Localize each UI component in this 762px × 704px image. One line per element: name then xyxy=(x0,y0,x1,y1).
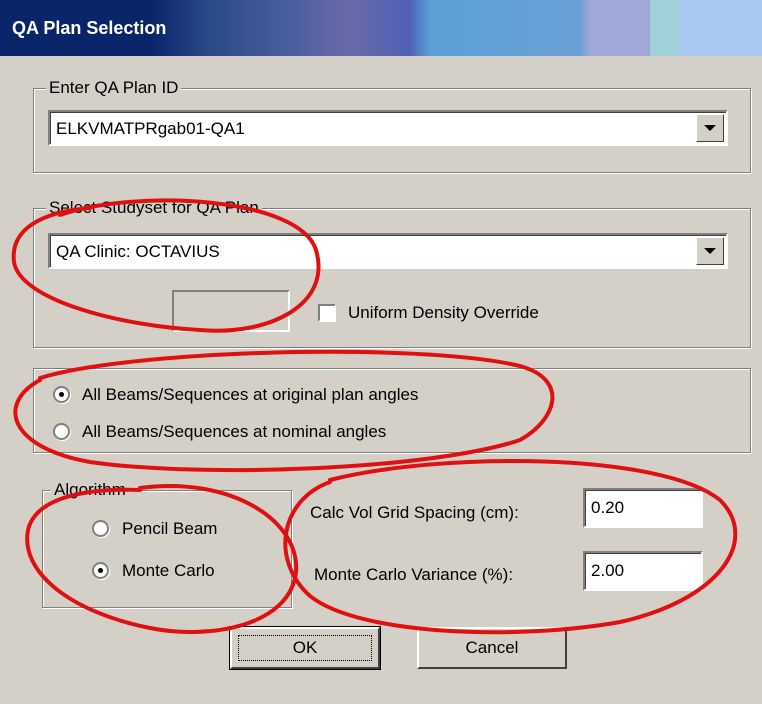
nominal-angles-radio[interactable] xyxy=(53,423,70,440)
monte-carlo-radio[interactable] xyxy=(92,562,109,579)
algorithm-group: Algorithm xyxy=(42,480,292,608)
window-title: QA Plan Selection xyxy=(12,18,167,38)
variance-value: 2.00 xyxy=(591,561,625,580)
plan-id-value: ELKVMATPRgab01-QA1 xyxy=(56,119,245,138)
monte-carlo-label: Monte Carlo xyxy=(122,561,215,580)
grid-spacing-input[interactable]: 0.20 xyxy=(583,488,703,528)
variance-input[interactable]: 2.00 xyxy=(583,551,703,591)
chevron-down-icon xyxy=(704,248,716,254)
uniform-density-label: Uniform Density Override xyxy=(348,303,539,322)
cancel-label: Cancel xyxy=(465,638,519,657)
studyset-dropdown[interactable]: QA Clinic: OCTAVIUS xyxy=(48,233,728,269)
uniform-density-checkbox[interactable] xyxy=(318,304,336,322)
title-bar: QA Plan Selection xyxy=(0,0,762,56)
studyset-dropdown-button[interactable] xyxy=(696,237,724,265)
nominal-angles-label: All Beams/Sequences at nominal angles xyxy=(82,422,387,441)
pencil-beam-radio[interactable] xyxy=(92,520,109,537)
studyset-group: Select Studyset for QA Plan xyxy=(33,198,751,348)
focus-rect xyxy=(238,635,372,661)
variance-label: Monte Carlo Variance (%): xyxy=(314,565,514,584)
original-angles-label: All Beams/Sequences at original plan ang… xyxy=(82,385,419,404)
ok-button[interactable]: OK xyxy=(229,626,381,670)
studyset-value: QA Clinic: OCTAVIUS xyxy=(56,242,220,261)
grid-spacing-label: Calc Vol Grid Spacing (cm): xyxy=(310,503,519,522)
original-angles-radio[interactable] xyxy=(53,386,70,403)
annotation-circle-calc xyxy=(283,459,738,635)
plan-id-legend: Enter QA Plan ID xyxy=(46,78,182,98)
grid-spacing-value: 0.20 xyxy=(591,498,625,517)
algorithm-legend: Algorithm xyxy=(51,480,129,500)
chevron-down-icon xyxy=(704,125,716,131)
density-value-box xyxy=(172,290,290,332)
plan-id-dropdown-button[interactable] xyxy=(696,114,724,142)
plan-id-dropdown[interactable]: ELKVMATPRgab01-QA1 xyxy=(48,110,728,146)
cancel-button[interactable]: Cancel xyxy=(417,627,567,669)
pencil-beam-label: Pencil Beam xyxy=(122,519,218,538)
studyset-legend: Select Studyset for QA Plan xyxy=(46,198,262,218)
